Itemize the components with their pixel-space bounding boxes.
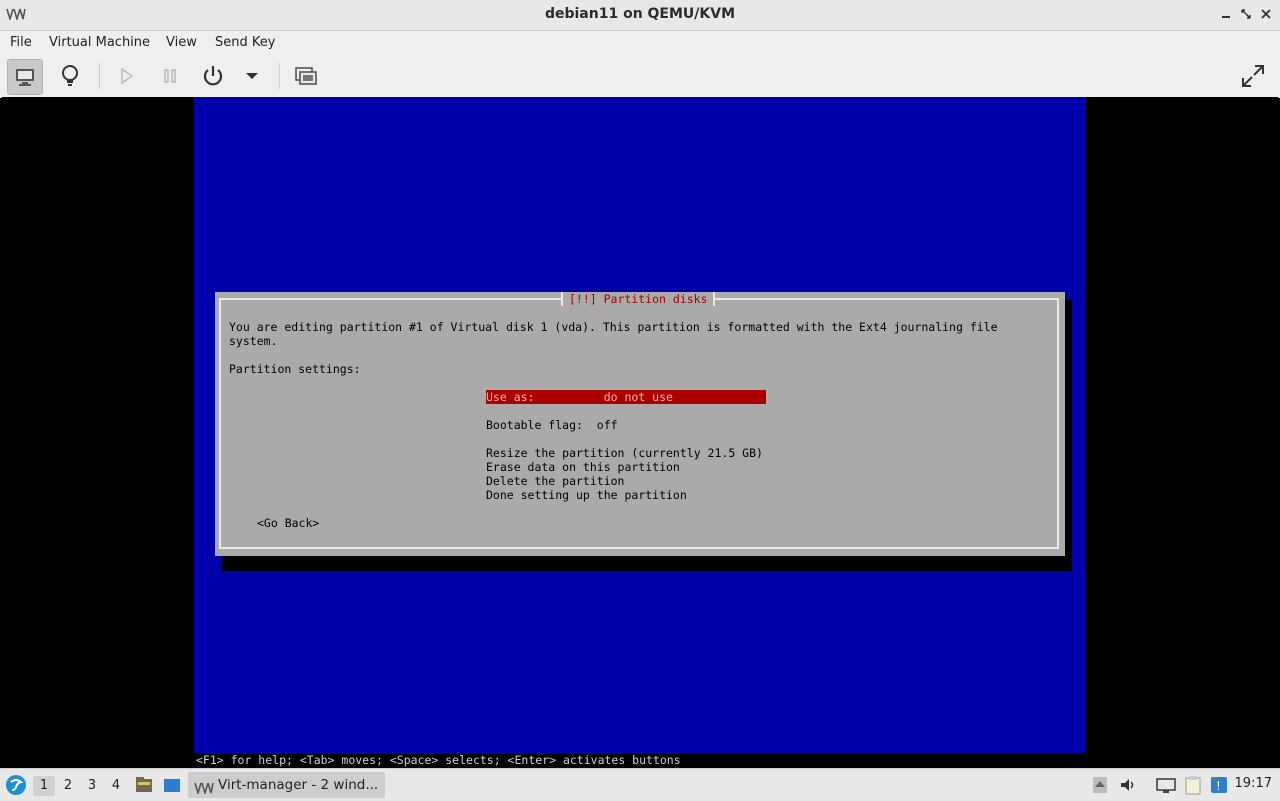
window-titlebar[interactable]: debian11 on QEMU/KVM [0, 0, 1280, 31]
use-as-option[interactable]: Use as: do not use [486, 390, 766, 404]
dialog-title: [!!] Partition disks [561, 292, 716, 306]
menu-send-key[interactable]: Send Key [215, 35, 275, 50]
menu-virtual-machine[interactable]: Virtual Machine [49, 35, 150, 50]
taskbar-virt-manager[interactable]: Virt-manager - 2 wind... [188, 772, 385, 798]
intro-text-line2: system. [229, 334, 278, 348]
clipboard-icon[interactable] [1183, 775, 1203, 795]
power-icon[interactable] [196, 59, 230, 93]
intro-text-line1: You are editing partition #1 of Virtual … [229, 320, 998, 334]
update-notifier-icon[interactable]: ! [1209, 775, 1229, 795]
run-icon[interactable] [109, 59, 143, 93]
menu-bar: File Virtual Machine View Send Key [0, 31, 1280, 55]
help-line: <F1> for help; <Tab> moves; <Space> sele… [196, 753, 681, 767]
svg-text:!: ! [1216, 779, 1221, 793]
network-icon[interactable] [1155, 775, 1176, 795]
snapshots-icon[interactable] [289, 59, 323, 93]
menu-view[interactable]: View [166, 35, 197, 50]
delete-partition-option[interactable]: Delete the partition [486, 474, 624, 488]
desktop-icon[interactable] [162, 775, 182, 795]
toolbar [0, 55, 1280, 98]
done-setting-up-option[interactable]: Done setting up the partition [486, 488, 687, 502]
lightbulb-details-icon[interactable] [53, 59, 87, 93]
workspace-2[interactable]: 2 [57, 776, 79, 796]
close-icon[interactable] [1258, 6, 1274, 22]
start-menu-icon[interactable] [5, 774, 26, 795]
clock[interactable]: 19:17 [1235, 776, 1272, 791]
workspace-3[interactable]: 3 [81, 776, 103, 796]
workspace-4[interactable]: 4 [105, 776, 127, 796]
console-view-icon[interactable] [7, 59, 43, 95]
maximize-icon[interactable] [1238, 6, 1254, 22]
go-back-button[interactable]: <Go Back> [257, 516, 319, 530]
window-title: debian11 on QEMU/KVM [544, 6, 736, 22]
partition-settings-label: Partition settings: [229, 362, 361, 376]
bootable-flag-option[interactable]: Bootable flag: off [486, 418, 618, 432]
virt-manager-task-icon [194, 779, 214, 798]
workspace-1[interactable]: 1 [33, 776, 55, 796]
dialog-border [219, 298, 1059, 549]
erase-data-option[interactable]: Erase data on this partition [486, 460, 680, 474]
dropdown-icon[interactable] [235, 59, 269, 93]
pause-icon[interactable] [153, 59, 187, 93]
tray-up-arrow-icon[interactable] [1090, 775, 1110, 795]
menu-file[interactable]: File [10, 35, 32, 50]
minimize-icon[interactable] [1218, 6, 1234, 22]
volume-icon[interactable] [1118, 775, 1138, 795]
resize-partition-option[interactable]: Resize the partition (currently 21.5 GB) [486, 446, 763, 460]
file-manager-icon[interactable] [134, 775, 154, 795]
task-label: Virt-manager - 2 wind... [218, 777, 379, 793]
taskbar: 1 2 3 4 Virt-manager - 2 wind... ! 19:17 [0, 768, 1280, 801]
fullscreen-icon[interactable] [1236, 59, 1270, 93]
